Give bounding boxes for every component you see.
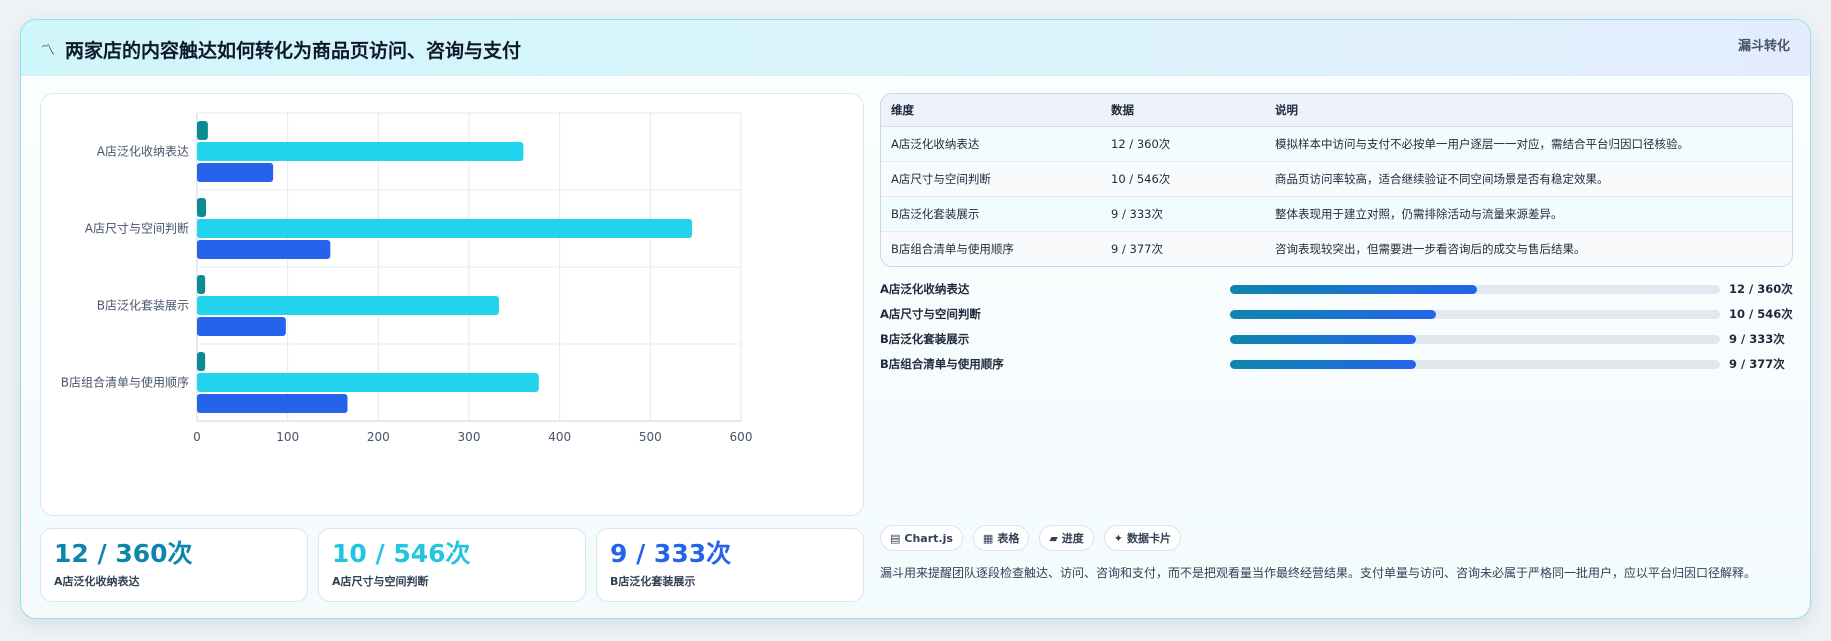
bar xyxy=(197,198,207,217)
table-row: B店组合清单与使用顺序 9 / 377次 咨询表现较突出，但需要进一步看咨询后的… xyxy=(881,231,1792,266)
x-tick-label: 0 xyxy=(193,430,201,444)
data-table: 维度 数据 说明 A店泛化收纳表达 12 / 360次 模拟样本中访问与支付不必… xyxy=(881,94,1792,266)
x-tick-label: 600 xyxy=(730,430,753,444)
x-tick-label: 300 xyxy=(458,430,481,444)
progress-track xyxy=(1230,285,1720,294)
kpi-card: 12 / 360次 A店泛化收纳表达 xyxy=(40,528,308,602)
kpi-label: B店泛化套装展示 xyxy=(610,575,696,588)
progress-track xyxy=(1230,360,1720,369)
table-cell: 10 / 546次 xyxy=(1101,161,1265,197)
table-header-row: 维度 数据 说明 xyxy=(881,94,1792,127)
kpi-value: 12 / 360次 xyxy=(54,539,193,568)
kpi-value: 10 / 546次 xyxy=(332,539,471,568)
x-tick-label: 500 xyxy=(639,430,662,444)
progress-fill xyxy=(1230,285,1478,294)
trend-icon: 〽 xyxy=(41,42,55,59)
progress-fill xyxy=(1230,335,1416,344)
chip-progress[interactable]: ▰ 进度 xyxy=(1039,525,1094,551)
progress-track xyxy=(1230,310,1720,319)
progress-fill xyxy=(1230,360,1416,369)
table-cell: B店泛化套装展示 xyxy=(881,196,1101,232)
y-tick-label: A店泛化收纳表达 xyxy=(97,145,189,159)
bar xyxy=(197,219,693,238)
progress-label: A店泛化收纳表达 xyxy=(880,282,970,296)
chip-chartjs[interactable]: ▤ Chart.js xyxy=(880,525,963,551)
column-header: 说明 xyxy=(1265,94,1792,127)
progress-row: A店泛化收纳表达 12 / 360次 xyxy=(880,277,1793,302)
title-wrap: 〽 两家店的内容触达如何转化为商品页访问、咨询与支付 xyxy=(41,36,521,63)
kpi-card: 9 / 333次 B店泛化套装展示 xyxy=(596,528,864,602)
progress-fill xyxy=(1230,310,1436,319)
progress-row: A店尺寸与空间判断 10 / 546次 xyxy=(880,302,1793,327)
chip-label: Chart.js xyxy=(904,531,953,545)
table-row: A店尺寸与空间判断 10 / 546次 商品页访问率较高，适合继续验证不同空间场… xyxy=(881,161,1792,197)
progress-list: A店泛化收纳表达 12 / 360次 A店尺寸与空间判断 10 / 546次 B… xyxy=(880,277,1793,377)
bar-chart-panel: 0 100 200 300 400 500 600 A店泛化收纳表达 A店尺寸与空间判断 B店泛化… xyxy=(40,93,864,516)
x-tick-label: 400 xyxy=(548,430,571,444)
tech-chips: ▤ Chart.js ▦ 表格 ▰ 进度 ✦ 数据卡片 xyxy=(880,525,1182,551)
y-tick-label: A店尺寸与空间判断 xyxy=(85,221,189,236)
bar xyxy=(197,373,539,392)
bar xyxy=(197,163,274,182)
chip-label: 数据卡片 xyxy=(1127,532,1172,545)
table-cell: 9 / 377次 xyxy=(1101,231,1265,266)
kpi-row: 12 / 360次 A店泛化收纳表达 10 / 546次 A店尺寸与空间判断 9… xyxy=(40,528,864,602)
data-table-panel: 维度 数据 说明 A店泛化收纳表达 12 / 360次 模拟样本中访问与支付不必… xyxy=(880,93,1793,267)
chip-table[interactable]: ▦ 表格 xyxy=(972,525,1030,551)
bar xyxy=(197,394,348,413)
bar xyxy=(197,275,206,294)
table-cell: A店泛化收纳表达 xyxy=(881,126,1101,162)
bar xyxy=(197,352,206,371)
table-cell: 模拟样本中访问与支付不必按单一用户逐层一一对应，需结合平台归因口径核验。 xyxy=(1265,126,1792,162)
bar-chart: 0 100 200 300 400 500 600 A店泛化收纳表达 A店尺寸与空间判断 B店泛化… xyxy=(61,112,753,444)
kpi-card: 10 / 546次 A店尺寸与空间判断 xyxy=(318,528,586,602)
footnote: 漏斗用来提醒团队逐段检查触达、访问、咨询和支付，而不是把观看量当作最终经营结果。… xyxy=(880,566,1757,580)
category-tag: 漏斗转化 xyxy=(1737,39,1790,54)
y-tick-label: B店泛化套装展示 xyxy=(97,299,189,313)
column-header: 数据 xyxy=(1101,94,1265,127)
sparkle-icon: ✦ xyxy=(1113,531,1124,545)
chart-icon: ▤ xyxy=(890,531,901,545)
progress-row: B店泛化套装展示 9 / 333次 xyxy=(880,327,1793,352)
table-row: B店泛化套装展示 9 / 333次 整体表现用于建立对照，仍需排除活动与流量来源… xyxy=(881,196,1792,232)
bar xyxy=(197,121,208,140)
table-row: A店泛化收纳表达 12 / 360次 模拟样本中访问与支付不必按单一用户逐层一一… xyxy=(881,126,1792,162)
bar xyxy=(197,142,524,161)
progress-row: B店组合清单与使用顺序 9 / 377次 xyxy=(880,352,1793,377)
page-title: 两家店的内容触达如何转化为商品页访问、咨询与支付 xyxy=(65,40,522,62)
table-cell: B店组合清单与使用顺序 xyxy=(881,231,1101,266)
table-cell: 整体表现用于建立对照，仍需排除活动与流量来源差异。 xyxy=(1265,196,1792,232)
progress-track xyxy=(1230,335,1720,344)
table-cell: 咨询表现较突出，但需要进一步看咨询后的成交与售后结果。 xyxy=(1265,231,1792,266)
chip-label: 进度 xyxy=(1061,532,1084,545)
y-tick-label: B店组合清单与使用顺序 xyxy=(61,375,189,390)
card-header: 〽 两家店的内容触达如何转化为商品页访问、咨询与支付 漏斗转化 xyxy=(21,20,1810,76)
bar xyxy=(197,240,331,259)
x-tick-label: 200 xyxy=(367,430,390,444)
chip-data-cards[interactable]: ✦ 数据卡片 xyxy=(1103,525,1182,551)
table-cell: A店尺寸与空间判断 xyxy=(881,161,1101,197)
chip-label: 表格 xyxy=(997,532,1020,545)
progress-label: B店组合清单与使用顺序 xyxy=(880,357,1004,371)
progress-value: 9 / 377次 xyxy=(1729,357,1785,371)
progress-label: B店泛化套装展示 xyxy=(880,332,970,346)
bar xyxy=(197,317,286,336)
progress-value: 10 / 546次 xyxy=(1729,307,1793,321)
progress-label: A店尺寸与空间判断 xyxy=(880,307,981,321)
table-cell: 12 / 360次 xyxy=(1101,126,1265,162)
progress-icon: ▰ xyxy=(1049,531,1058,545)
progress-value: 9 / 333次 xyxy=(1729,332,1785,346)
table-cell: 商品页访问率较高，适合继续验证不同空间场景是否有稳定效果。 xyxy=(1265,161,1792,197)
table-icon: ▦ xyxy=(982,531,994,545)
kpi-value: 9 / 333次 xyxy=(610,539,732,568)
kpi-label: A店尺寸与空间判断 xyxy=(332,575,429,588)
kpi-label: A店泛化收纳表达 xyxy=(54,575,140,588)
progress-value: 12 / 360次 xyxy=(1729,282,1793,296)
bar xyxy=(197,296,499,315)
column-header: 维度 xyxy=(881,94,1101,127)
x-tick-label: 100 xyxy=(276,430,299,444)
dashboard-card: 〽 两家店的内容触达如何转化为商品页访问、咨询与支付 漏斗转化 0 100 200 3… xyxy=(20,19,1811,619)
table-cell: 9 / 333次 xyxy=(1101,196,1265,232)
